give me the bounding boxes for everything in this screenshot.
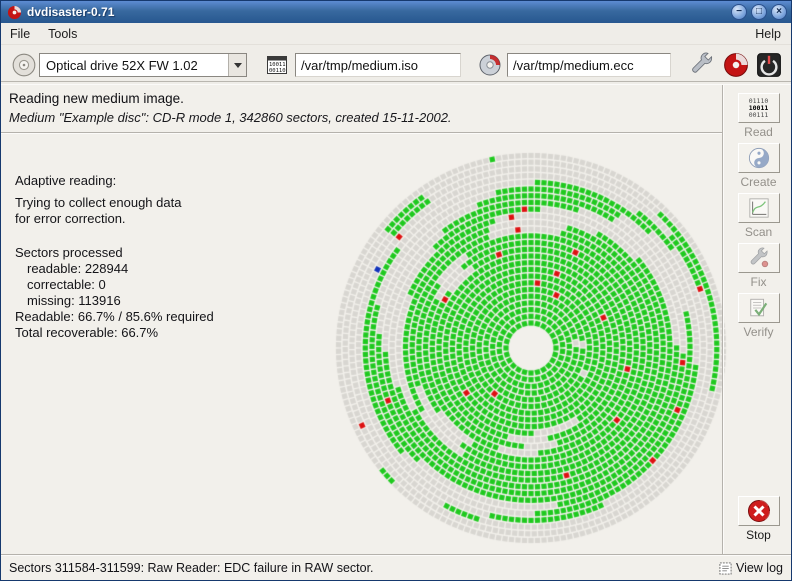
read-button[interactable]: 01110 10011 00111 Read xyxy=(724,93,792,139)
title-bar: dvdisaster-0.71 − □ × xyxy=(1,1,791,23)
menu-help[interactable]: Help xyxy=(745,24,791,44)
scan-label: Scan xyxy=(724,225,792,239)
toolbar: Optical drive 52X FW 1.02 10011 00110 xyxy=(1,45,791,85)
action-sidebar: 01110 10011 00111 Read Create xyxy=(724,85,792,554)
stop-label: Stop xyxy=(724,528,792,542)
drive-select-icon[interactable] xyxy=(11,52,37,78)
iso-path-input[interactable] xyxy=(295,53,461,77)
ecc-path-input[interactable] xyxy=(507,53,671,77)
create-button[interactable]: Create xyxy=(724,143,792,189)
view-log-label: View log xyxy=(736,561,783,575)
ecc-file-icon xyxy=(478,53,502,77)
chevron-down-icon[interactable] xyxy=(228,54,246,76)
mode-title: Adaptive reading: xyxy=(15,173,116,188)
view-log-button[interactable]: View log xyxy=(719,561,783,575)
create-label: Create xyxy=(724,175,792,189)
verify-icon xyxy=(738,293,780,323)
readable-percent: Readable: 66.7% / 85.6% required xyxy=(15,309,214,324)
view-log-icon xyxy=(719,562,732,575)
disc-sector-map xyxy=(331,148,731,548)
mode-desc-1: Trying to collect enough data xyxy=(15,195,181,210)
image-file-icon: 10011 00110 xyxy=(265,53,289,77)
verify-label: Verify xyxy=(724,325,792,339)
verify-button[interactable]: Verify xyxy=(724,293,792,339)
preferences-wrench-icon[interactable] xyxy=(689,52,715,78)
fix-button[interactable]: Fix xyxy=(724,243,792,289)
menu-tools[interactable]: Tools xyxy=(39,24,86,44)
chart-icon xyxy=(738,193,780,223)
window-title: dvdisaster-0.71 xyxy=(27,5,727,19)
sectors-correctable: correctable: 0 xyxy=(27,277,106,292)
svg-text:00110: 00110 xyxy=(269,68,286,74)
sectors-readable: readable: 228944 xyxy=(27,261,128,276)
menu-bar: File Tools Help xyxy=(1,23,791,45)
close-button[interactable]: × xyxy=(771,4,787,20)
menu-file[interactable]: File xyxy=(1,24,39,44)
tools-icon xyxy=(738,243,780,273)
scan-button[interactable]: Scan xyxy=(724,193,792,239)
maximize-button[interactable]: □ xyxy=(751,4,767,20)
sectors-title: Sectors processed xyxy=(15,245,123,260)
app-window: dvdisaster-0.71 − □ × File Tools Help Op… xyxy=(0,0,792,581)
status-message: Sectors 311584-311599: Raw Reader: EDC f… xyxy=(9,561,719,575)
read-label: Read xyxy=(724,125,792,139)
app-logo-icon xyxy=(7,5,22,20)
binary-icon: 01110 10011 00111 xyxy=(738,93,780,123)
drive-selector-value: Optical drive 52X FW 1.02 xyxy=(40,58,228,73)
main-panel: Adaptive reading: Trying to collect enou… xyxy=(1,85,722,554)
mode-desc-2: for error correction. xyxy=(15,211,126,226)
minimize-button[interactable]: − xyxy=(731,4,747,20)
yinyang-icon xyxy=(738,143,780,173)
stop-button[interactable]: Stop xyxy=(724,496,792,542)
dvdisaster-logo-icon[interactable] xyxy=(723,52,749,78)
drive-selector[interactable]: Optical drive 52X FW 1.02 xyxy=(39,53,247,77)
total-recoverable: Total recoverable: 66.7% xyxy=(15,325,158,340)
sectors-missing: missing: 113916 xyxy=(27,293,121,308)
quit-power-icon[interactable] xyxy=(756,52,782,78)
status-bar: Sectors 311584-311599: Raw Reader: EDC f… xyxy=(1,554,791,581)
fix-label: Fix xyxy=(724,275,792,289)
stop-icon xyxy=(738,496,780,526)
